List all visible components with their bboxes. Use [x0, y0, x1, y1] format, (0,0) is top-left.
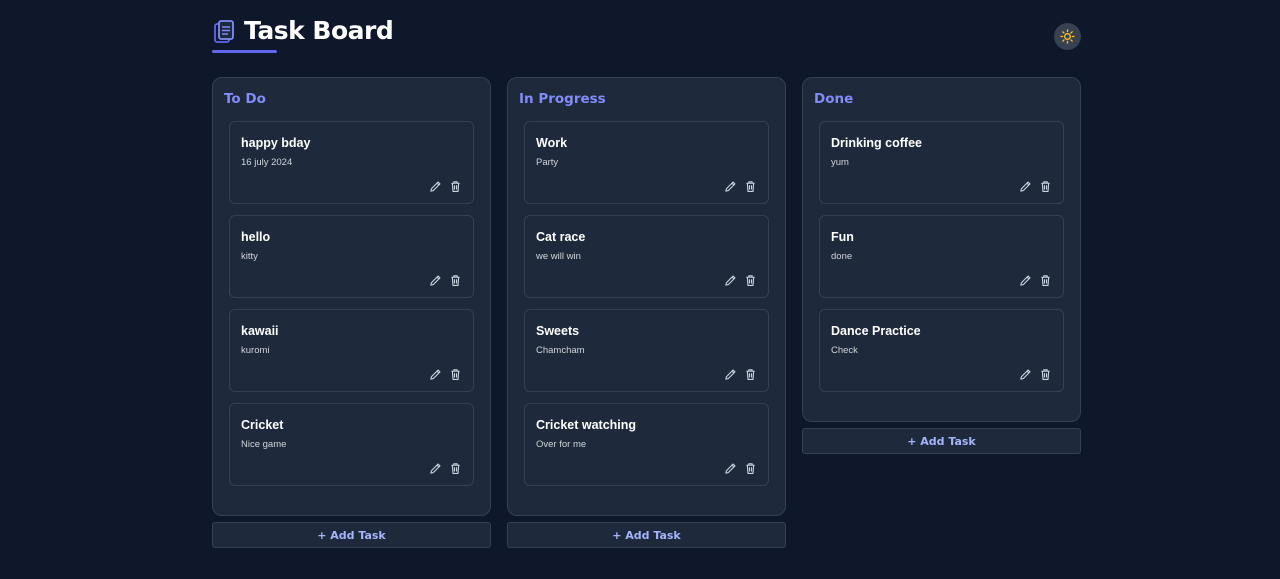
task-description: kitty [241, 251, 258, 262]
pencil-icon[interactable] [429, 274, 442, 287]
task-title: Sweets [536, 324, 580, 338]
trash-icon[interactable] [1039, 180, 1052, 193]
page-title: Task Board [244, 16, 394, 45]
add-task-button[interactable]: + Add Task [507, 522, 786, 548]
task-actions [429, 462, 462, 475]
task-description: 16 july 2024 [241, 157, 293, 168]
task-actions [429, 180, 462, 193]
task-card[interactable]: happy bday 16 july 2024 [229, 121, 474, 204]
task-actions [724, 274, 757, 287]
sun-icon [1060, 29, 1075, 44]
trash-icon[interactable] [744, 462, 757, 475]
task-actions [1019, 274, 1052, 287]
task-title: happy bday [241, 136, 311, 150]
pencil-icon[interactable] [724, 462, 737, 475]
trash-icon[interactable] [744, 368, 757, 381]
trash-icon[interactable] [1039, 368, 1052, 381]
column-in-progress: In Progress Work Party Cat race we will … [507, 77, 786, 548]
task-title: Cricket watching [536, 418, 637, 432]
column-title: In Progress [519, 91, 606, 107]
task-title: kawaii [241, 324, 279, 338]
board-columns: To Do happy bday 16 july 2024 hello kitt… [212, 77, 1081, 557]
task-actions [1019, 180, 1052, 193]
task-title: hello [241, 230, 271, 244]
task-title: Dance Practice [831, 324, 921, 338]
column-panel: Done Drinking coffee yum Fun done Dance … [802, 77, 1081, 422]
task-card[interactable]: Work Party [524, 121, 769, 204]
task-description: Chamcham [536, 345, 585, 356]
task-description: Check [831, 345, 858, 356]
trash-icon[interactable] [449, 368, 462, 381]
task-card[interactable]: Drinking coffee yum [819, 121, 1064, 204]
task-title: Cricket [241, 418, 284, 432]
column-done: Done Drinking coffee yum Fun done Dance … [802, 77, 1081, 454]
task-actions [429, 274, 462, 287]
pencil-icon[interactable] [1019, 368, 1032, 381]
task-title: Drinking coffee [831, 136, 922, 150]
task-card[interactable]: Fun done [819, 215, 1064, 298]
task-card[interactable]: Cat race we will win [524, 215, 769, 298]
column-todo: To Do happy bday 16 july 2024 hello kitt… [212, 77, 491, 548]
task-actions [724, 180, 757, 193]
task-title: Cat race [536, 230, 586, 244]
pencil-icon[interactable] [724, 274, 737, 287]
task-description: done [831, 251, 853, 262]
column-panel: In Progress Work Party Cat race we will … [507, 77, 786, 516]
pencil-icon[interactable] [429, 180, 442, 193]
column-panel: To Do happy bday 16 july 2024 hello kitt… [212, 77, 491, 516]
task-actions [1019, 368, 1052, 381]
task-description: kuromi [241, 345, 270, 356]
column-title: Done [814, 91, 854, 107]
add-task-button[interactable]: + Add Task [802, 428, 1081, 454]
task-card[interactable]: hello kitty [229, 215, 474, 298]
pencil-icon[interactable] [429, 368, 442, 381]
task-description: Nice game [241, 439, 287, 450]
pencil-icon[interactable] [429, 462, 442, 475]
task-description: Over for me [536, 439, 587, 450]
trash-icon[interactable] [449, 180, 462, 193]
task-card[interactable]: kawaii kuromi [229, 309, 474, 392]
task-actions [724, 368, 757, 381]
task-card[interactable]: Sweets Chamcham [524, 309, 769, 392]
page-header: Task Board [212, 16, 1081, 60]
task-actions [429, 368, 462, 381]
trash-icon[interactable] [1039, 274, 1052, 287]
pencil-icon[interactable] [1019, 274, 1032, 287]
pencil-icon[interactable] [1019, 180, 1032, 193]
task-actions [724, 462, 757, 475]
task-description: Party [536, 157, 559, 168]
task-description: we will win [536, 251, 581, 262]
task-card[interactable]: Cricket Nice game [229, 403, 474, 486]
task-card[interactable]: Cricket watching Over for me [524, 403, 769, 486]
trash-icon[interactable] [449, 274, 462, 287]
theme-toggle-button[interactable] [1054, 23, 1081, 50]
pencil-icon[interactable] [724, 368, 737, 381]
task-title: Fun [831, 230, 854, 244]
pencil-icon[interactable] [724, 180, 737, 193]
trash-icon[interactable] [744, 180, 757, 193]
add-task-button[interactable]: + Add Task [212, 522, 491, 548]
task-card[interactable]: Dance Practice Check [819, 309, 1064, 392]
column-title: To Do [224, 91, 266, 107]
trash-icon[interactable] [449, 462, 462, 475]
task-title: Work [536, 136, 568, 150]
clipboard-icon [214, 19, 234, 43]
title-underline [212, 50, 277, 53]
title-group: Task Board [212, 16, 394, 45]
task-description: yum [831, 157, 849, 168]
trash-icon[interactable] [744, 274, 757, 287]
